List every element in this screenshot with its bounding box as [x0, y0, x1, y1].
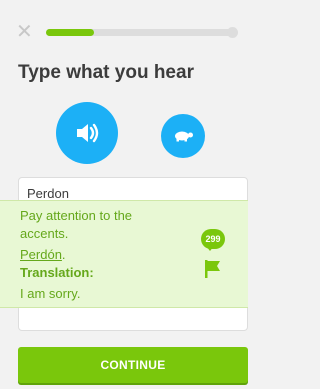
correct-word-punct: .	[61, 247, 66, 262]
close-icon[interactable]: ✕	[16, 22, 33, 42]
feedback-panel: Pay attention to the accents. Perdón. Tr…	[0, 200, 248, 308]
page-title: Type what you hear	[18, 62, 194, 83]
turtle-icon	[175, 131, 193, 142]
progress-end-dot	[227, 27, 238, 38]
feedback-hint-line2: accents.	[20, 226, 69, 241]
flag-icon[interactable]	[202, 258, 224, 280]
continue-button[interactable]: CONTINUE	[18, 347, 248, 383]
translation-value: I am sorry.	[20, 286, 81, 301]
speaker-icon	[77, 123, 99, 143]
correct-answer-line: Perdón.	[20, 247, 66, 262]
answer-text: Perdon	[27, 186, 69, 201]
translation-label: Translation:	[20, 265, 94, 280]
progress-bar	[46, 27, 238, 38]
correct-word-link[interactable]: Perdón	[20, 247, 62, 262]
play-audio-button[interactable]	[56, 102, 118, 164]
play-slow-audio-button[interactable]	[161, 114, 205, 158]
feedback-hint: Pay attention to the	[20, 208, 133, 223]
comment-count: 299	[205, 234, 221, 244]
progress-fill	[46, 29, 94, 36]
top-bar: ✕	[0, 0, 248, 60]
comment-bubble-tail	[206, 246, 214, 251]
